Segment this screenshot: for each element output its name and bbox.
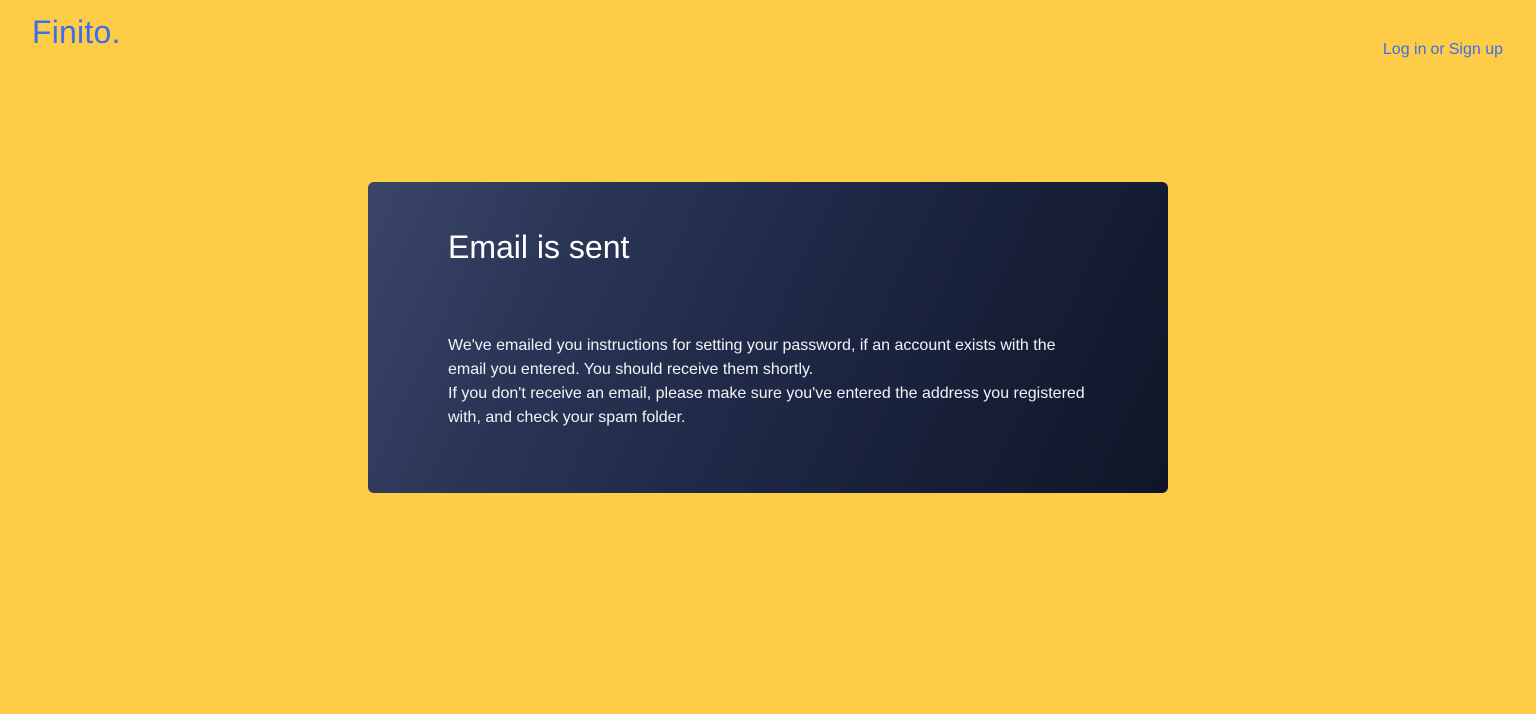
page: Finito. Log in or Sign up Email is sent … bbox=[0, 0, 1536, 714]
message-paragraph-2: If you don't receive an email, please ma… bbox=[448, 385, 1085, 426]
auth-separator: or bbox=[1430, 41, 1445, 58]
signup-link[interactable]: Sign up bbox=[1449, 41, 1503, 59]
brand-logo-link[interactable]: Finito. bbox=[32, 14, 121, 51]
card-title: Email is sent bbox=[448, 229, 630, 265]
login-link[interactable]: Log in bbox=[1383, 41, 1427, 59]
message-paragraph-1: We've emailed you instructions for setti… bbox=[448, 337, 1056, 378]
email-sent-card: Email is sent We've emailed you instruct… bbox=[368, 182, 1168, 493]
card-message: We've emailed you instructions for setti… bbox=[448, 334, 1088, 430]
auth-nav: Log in or Sign up bbox=[1383, 41, 1503, 59]
